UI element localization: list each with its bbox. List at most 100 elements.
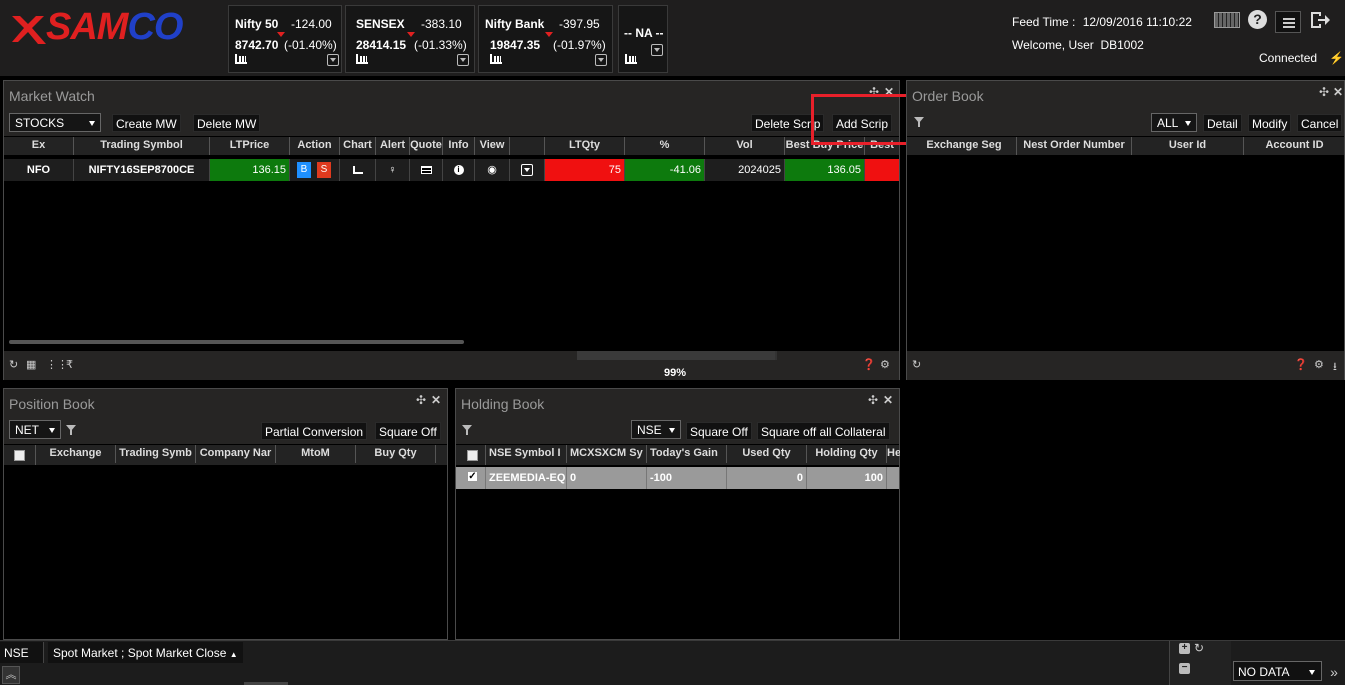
- watchlist-select[interactable]: STOCKS: [9, 113, 101, 132]
- chart-icon[interactable]: [625, 54, 637, 64]
- dropdown-icon[interactable]: [327, 54, 339, 66]
- plus-icon[interactable]: +: [1179, 643, 1190, 654]
- dropdown-icon[interactable]: [651, 44, 663, 56]
- ticker-niftybank[interactable]: Nifty Bank -397.95 19847.35 (-01.97%): [478, 5, 613, 73]
- close-icon[interactable]: ✕: [883, 393, 893, 407]
- chart-icon[interactable]: [352, 166, 363, 175]
- chart-icon[interactable]: [356, 54, 368, 64]
- exchange-select[interactable]: NSE: [631, 420, 681, 439]
- filter-icon[interactable]: [914, 117, 924, 127]
- ticker-na[interactable]: -- NA --: [618, 5, 668, 73]
- help-icon[interactable]: ?: [1248, 10, 1267, 29]
- dropdown-icon[interactable]: [457, 54, 469, 66]
- info-icon[interactable]: i: [453, 165, 464, 176]
- col-used-qty[interactable]: Used Qty: [727, 445, 807, 463]
- dropdown-icon[interactable]: [595, 54, 607, 66]
- cell-info: i: [443, 159, 475, 181]
- ticker-sensex[interactable]: SENSEX -383.10 28414.15 (-01.33%): [345, 5, 475, 73]
- col-ltprice[interactable]: LTPrice: [210, 137, 290, 155]
- refresh-icon[interactable]: ↻: [1194, 641, 1204, 655]
- col-mcxsxcm[interactable]: MCXSXCM Sy: [567, 445, 647, 463]
- col-view[interactable]: View: [475, 137, 510, 155]
- close-icon[interactable]: ✕: [1333, 85, 1343, 99]
- delete-mw-button[interactable]: Delete MW: [193, 114, 261, 132]
- col-quote[interactable]: Quote: [410, 137, 443, 155]
- col-blank[interactable]: [510, 137, 545, 155]
- double-chevron-right-icon[interactable]: »: [1325, 661, 1343, 683]
- col-he[interactable]: He: [887, 445, 900, 463]
- menu-icon[interactable]: [1275, 11, 1301, 33]
- col-trading-symbol[interactable]: Trading Symbol: [74, 137, 210, 155]
- cancel-button[interactable]: Cancel: [1297, 114, 1343, 132]
- order-filter-select[interactable]: ALL: [1151, 113, 1197, 132]
- partial-conversion-button[interactable]: Partial Conversion: [261, 422, 368, 440]
- refresh-icon[interactable]: ↻: [912, 358, 921, 371]
- col-user-id[interactable]: User Id: [1132, 137, 1244, 155]
- logout-icon[interactable]: [1309, 9, 1331, 31]
- col-company-name[interactable]: Company Nar: [196, 445, 276, 463]
- tile-view-icon[interactable]: ⋮⋮: [46, 358, 68, 371]
- square-off-all-collateral-button[interactable]: Square off all Collateral: [757, 422, 890, 440]
- download-icon[interactable]: ⭳: [1333, 358, 1337, 377]
- col-exchange-seg[interactable]: Exchange Seg: [912, 137, 1017, 155]
- horizontal-scrollbar[interactable]: [9, 340, 464, 344]
- move-icon[interactable]: ✣: [868, 393, 878, 407]
- col-nest-order-number[interactable]: Nest Order Number: [1017, 137, 1132, 155]
- modify-button[interactable]: Modify: [1248, 114, 1292, 132]
- select-all-checkbox[interactable]: [467, 450, 478, 461]
- close-icon[interactable]: ✕: [431, 393, 441, 407]
- eye-icon[interactable]: ◉: [487, 164, 497, 176]
- buy-button[interactable]: B: [297, 162, 311, 178]
- col-buy-qty[interactable]: Buy Qty: [356, 445, 436, 463]
- col-account-id[interactable]: Account ID: [1244, 137, 1345, 155]
- rupee-icon[interactable]: ₹: [66, 358, 73, 371]
- filter-icon[interactable]: [462, 425, 472, 435]
- col-info[interactable]: Info: [443, 137, 475, 155]
- ticker-nifty50[interactable]: Nifty 50 -124.00 8742.70 (-01.40%): [228, 5, 342, 73]
- move-icon[interactable]: ✣: [1319, 85, 1329, 99]
- col-todays-gain[interactable]: Today's Gain: [647, 445, 727, 463]
- chart-icon[interactable]: [235, 54, 247, 64]
- row-checkbox-checked[interactable]: ✓: [467, 471, 478, 482]
- gear-icon[interactable]: ⚙: [880, 358, 890, 371]
- col-vol[interactable]: Vol: [705, 137, 785, 155]
- position-book-panel: Position Book ✣ ✕ NET Partial Conversion…: [3, 388, 448, 640]
- refresh-icon[interactable]: ↻: [9, 358, 18, 371]
- chart-icon[interactable]: [490, 54, 502, 64]
- square-off-button[interactable]: Square Off: [686, 422, 752, 440]
- create-mw-button[interactable]: Create MW: [112, 114, 181, 132]
- filter-icon[interactable]: [66, 425, 76, 435]
- no-data-select[interactable]: NO DATA: [1233, 661, 1322, 681]
- exchange-status-toggle[interactable]: NSE ▲: [0, 642, 44, 673]
- sell-button[interactable]: S: [317, 162, 331, 178]
- table-row[interactable]: ✓ ZEEMEDIA-EQ 0 -100 0 100: [456, 467, 899, 489]
- select-all-checkbox[interactable]: [14, 450, 25, 461]
- square-off-button[interactable]: Square Off: [375, 422, 441, 440]
- col-alert[interactable]: Alert: [376, 137, 410, 155]
- col-holding-qty[interactable]: Holding Qty: [807, 445, 887, 463]
- move-icon[interactable]: ✣: [416, 393, 426, 407]
- market-status-toggle[interactable]: Spot Market ; Spot Market Close ▲: [48, 642, 243, 663]
- gear-icon[interactable]: ⚙: [1314, 358, 1324, 371]
- quote-icon[interactable]: [420, 166, 432, 175]
- detail-button[interactable]: Detail: [1203, 114, 1242, 132]
- help-icon[interactable]: ❓: [862, 358, 876, 371]
- col-nse-symbol[interactable]: NSE Symbol I: [486, 445, 567, 463]
- col-ex[interactable]: Ex: [4, 137, 74, 155]
- col-action[interactable]: Action: [290, 137, 340, 155]
- bulb-icon[interactable]: ♀: [388, 164, 396, 176]
- grid-view-icon[interactable]: ▦: [26, 358, 36, 371]
- help-icon[interactable]: ❓: [1294, 358, 1308, 371]
- col-mtom[interactable]: MtoM: [276, 445, 356, 463]
- col-trading-symbol[interactable]: Trading Symb: [116, 445, 196, 463]
- dropdown-icon[interactable]: [521, 164, 533, 177]
- table-row[interactable]: NFO NIFTY16SEP8700CE 136.15 B S ♀ i ◉ 75…: [4, 159, 899, 181]
- keyboard-icon[interactable]: [1214, 12, 1240, 28]
- col-chart[interactable]: Chart: [340, 137, 376, 155]
- col-ltqty[interactable]: LTQty: [545, 137, 625, 155]
- double-chevron-up-icon[interactable]: ︽: [2, 666, 20, 684]
- position-filter-select[interactable]: NET: [9, 420, 61, 439]
- minus-icon[interactable]: −: [1179, 663, 1190, 674]
- col-percent[interactable]: %: [625, 137, 705, 155]
- col-exchange[interactable]: Exchange: [36, 445, 116, 463]
